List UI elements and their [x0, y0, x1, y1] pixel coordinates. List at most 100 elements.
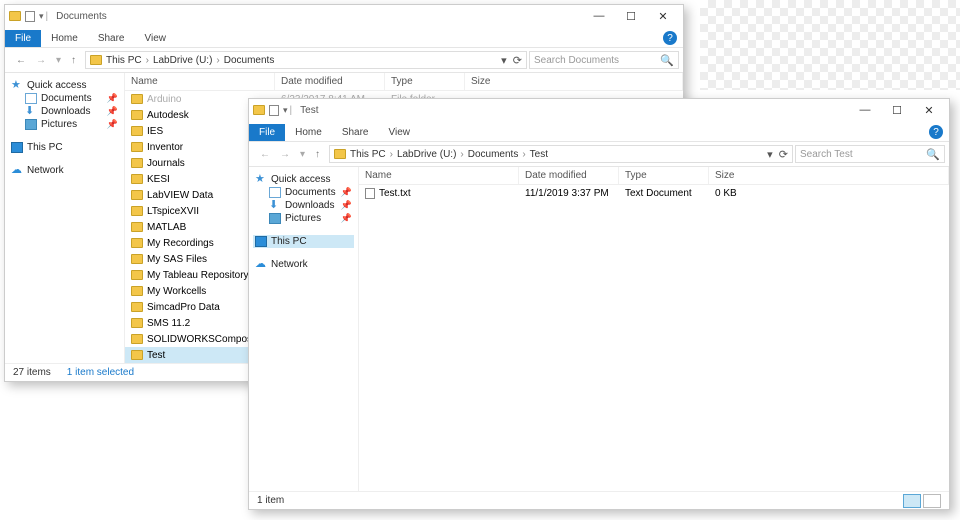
folder-icon [131, 142, 143, 152]
nav-recent-button[interactable]: ▾ [297, 147, 308, 162]
nav-pictures[interactable]: Pictures📌 [9, 118, 120, 131]
nav-recent-button[interactable]: ▾ [53, 53, 64, 68]
folder-icon [131, 318, 143, 328]
file-name: SimcadPro Data [147, 302, 220, 313]
ribbon-tab-view[interactable]: View [135, 30, 177, 47]
crumb[interactable]: LabDrive (U:) [153, 55, 212, 66]
col-type[interactable]: Type [619, 167, 709, 184]
nav-quick-access[interactable]: ★Quick access [253, 173, 354, 186]
col-type[interactable]: Type [385, 73, 465, 90]
nav-back-button[interactable]: ← [257, 147, 273, 162]
ribbon-tab-home[interactable]: Home [285, 124, 332, 141]
search-input[interactable]: Search Test 🔍 [795, 145, 945, 163]
nav-forward-button[interactable]: → [277, 147, 293, 162]
breadcrumb[interactable]: This PC› LabDrive (U:)› Documents ▾ ⟳ [85, 51, 527, 69]
crumb[interactable]: Documents [224, 55, 275, 66]
pin-icon: 📌 [107, 106, 118, 117]
close-button[interactable]: ✕ [647, 5, 679, 27]
search-icon: 🔍 [926, 148, 940, 161]
folder-icon [131, 286, 143, 296]
ribbon: File Home Share View ? [249, 121, 949, 141]
nav-network[interactable]: ☁Network [9, 164, 120, 177]
nav-back-button[interactable]: ← [13, 53, 29, 68]
file-name: LabVIEW Data [147, 190, 213, 201]
folder-icon [131, 222, 143, 232]
folder-icon [131, 302, 143, 312]
file-name: My Tableau Repository [147, 270, 249, 281]
address-bar: ← → ▾ ↑ This PC› LabDrive (U:)› Document… [249, 141, 949, 167]
close-button[interactable]: ✕ [913, 99, 945, 121]
nav-this-pc[interactable]: This PC [253, 235, 354, 248]
folder-icon [253, 105, 265, 115]
pin-icon: 📌 [341, 200, 352, 211]
nav-up-button[interactable]: ↑ [68, 53, 79, 68]
minimize-button[interactable]: — [849, 99, 881, 121]
ribbon-tab-share[interactable]: Share [332, 124, 379, 141]
nav-this-pc[interactable]: This PC [9, 141, 120, 154]
folder-icon [131, 270, 143, 280]
document-icon [365, 188, 375, 199]
address-bar: ← → ▾ ↑ This PC› LabDrive (U:)› Document… [5, 47, 683, 73]
crumb[interactable]: Documents [468, 149, 519, 160]
refresh-button[interactable]: ▾ ⟳ [767, 148, 788, 161]
folder-icon [131, 94, 143, 104]
folder-icon [90, 55, 102, 65]
file-name: Test.txt [379, 188, 411, 199]
nav-downloads[interactable]: ⬇Downloads📌 [253, 199, 354, 212]
file-name: IES [147, 126, 163, 137]
help-icon[interactable]: ? [929, 125, 943, 139]
nav-quick-access[interactable]: ★Quick access [9, 79, 120, 92]
nav-up-button[interactable]: ↑ [312, 147, 323, 162]
col-date[interactable]: Date modified [275, 73, 385, 90]
ribbon-tab-share[interactable]: Share [88, 30, 135, 47]
ribbon: File Home Share View ? [5, 27, 683, 47]
nav-pictures[interactable]: Pictures📌 [253, 212, 354, 225]
titlebar[interactable]: ▾ | Documents — ☐ ✕ [5, 5, 683, 27]
nav-network[interactable]: ☁Network [253, 258, 354, 271]
file-list[interactable]: Name Date modified Type Size Test.txt 11… [359, 167, 949, 491]
quick-access-toolbar: ▾ [253, 105, 288, 116]
col-size[interactable]: Size [465, 73, 683, 90]
crumb[interactable]: This PC [350, 149, 386, 160]
nav-downloads[interactable]: ⬇Downloads📌 [9, 105, 120, 118]
crumb[interactable]: This PC [106, 55, 142, 66]
titlebar[interactable]: ▾ | Test — ☐ ✕ [249, 99, 949, 121]
search-input[interactable]: Search Documents 🔍 [529, 51, 679, 69]
crumb[interactable]: Test [530, 149, 548, 160]
nav-documents[interactable]: Documents📌 [9, 92, 120, 105]
ribbon-tab-view[interactable]: View [379, 124, 421, 141]
col-date[interactable]: Date modified [519, 167, 619, 184]
col-size[interactable]: Size [709, 167, 949, 184]
file-name: SMS 11.2 [147, 318, 190, 329]
maximize-button[interactable]: ☐ [881, 99, 913, 121]
column-headers[interactable]: Name Date modified Type Size [125, 73, 683, 91]
ribbon-tab-file[interactable]: File [249, 124, 285, 141]
folder-icon [131, 174, 143, 184]
file-name: My SAS Files [147, 254, 207, 265]
col-name[interactable]: Name [359, 167, 519, 184]
breadcrumb[interactable]: This PC› LabDrive (U:)› Documents› Test … [329, 145, 793, 163]
view-details-button[interactable] [903, 494, 921, 508]
nav-documents[interactable]: Documents📌 [253, 186, 354, 199]
folder-icon [131, 206, 143, 216]
refresh-button[interactable]: ▾ ⟳ [501, 54, 522, 67]
file-name: Journals [147, 158, 185, 169]
crumb[interactable]: LabDrive (U:) [397, 149, 456, 160]
navigation-pane: ★Quick access Documents📌 ⬇Downloads📌 Pic… [5, 73, 125, 363]
view-switcher[interactable] [903, 494, 941, 508]
navigation-pane: ★Quick access Documents📌 ⬇Downloads📌 Pic… [249, 167, 359, 491]
column-headers[interactable]: Name Date modified Type Size [359, 167, 949, 185]
maximize-button[interactable]: ☐ [615, 5, 647, 27]
ribbon-tab-file[interactable]: File [5, 30, 41, 47]
file-row[interactable]: Test.txt 11/1/2019 3:37 PM Text Document… [359, 185, 949, 201]
file-name: My Recordings [147, 238, 214, 249]
view-large-button[interactable] [923, 494, 941, 508]
nav-forward-button[interactable]: → [33, 53, 49, 68]
folder-icon [131, 158, 143, 168]
ribbon-tab-home[interactable]: Home [41, 30, 88, 47]
file-name: MATLAB [147, 222, 186, 233]
col-name[interactable]: Name [125, 73, 275, 90]
pin-icon: 📌 [107, 93, 118, 104]
help-icon[interactable]: ? [663, 31, 677, 45]
minimize-button[interactable]: — [583, 5, 615, 27]
